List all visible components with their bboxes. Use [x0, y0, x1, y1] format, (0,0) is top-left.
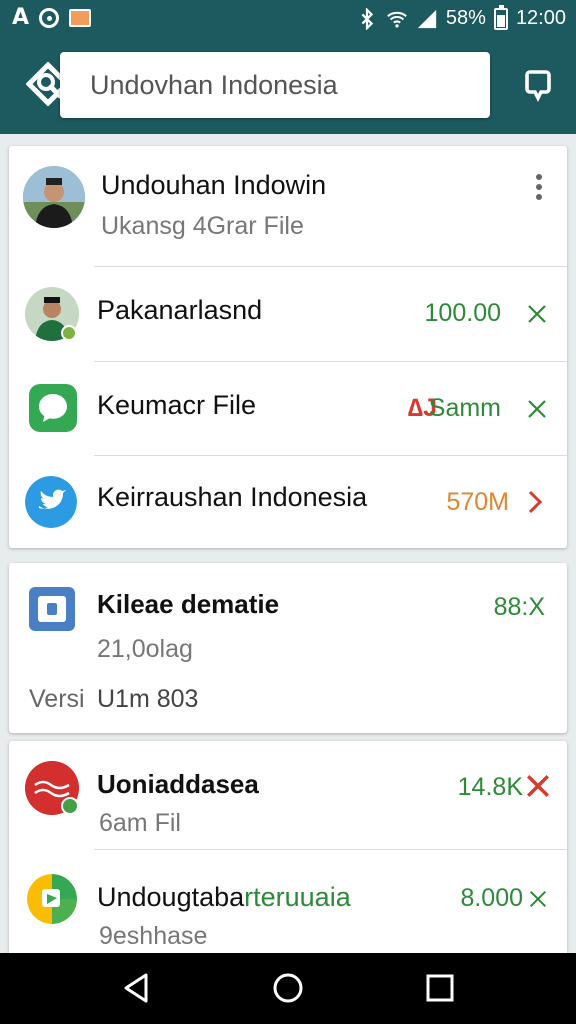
battery-percent: 58% — [445, 7, 486, 29]
location-pin-icon[interactable] — [524, 68, 552, 108]
battery-icon — [493, 4, 508, 30]
item-subtitle: 6am Fil — [99, 809, 181, 837]
app-bar — [0, 38, 576, 134]
version-value: U1m 803 — [97, 685, 199, 713]
item-value: 8.000 — [460, 884, 523, 912]
bluetooth-icon — [361, 7, 374, 30]
status-time: 12:00 — [515, 7, 566, 29]
item-subtitle: 9eshhase — [99, 922, 208, 950]
list-item[interactable]: Undougtabarteruuaia 9eshhase 8.000 — [9, 850, 567, 961]
card-header-subtitle: Ukansg 4Grar File — [101, 212, 304, 240]
item-title-accent: rteruuaia — [244, 882, 351, 912]
image-icon — [69, 8, 92, 27]
close-icon[interactable] — [525, 773, 551, 799]
recents-icon[interactable] — [422, 970, 458, 1006]
item-title: Uoniaddasea — [97, 769, 259, 799]
google-icon — [39, 7, 60, 28]
wifi-icon — [387, 11, 407, 28]
list-item[interactable]: Keumacr File ∆J Samm — [9, 362, 567, 455]
file-icon — [29, 587, 75, 631]
close-icon[interactable] — [525, 302, 549, 326]
file-info-card[interactable]: Kileae dematie 88:X 21,0olag Versi U1m 8… — [9, 563, 567, 733]
list-item[interactable]: Uoniaddasea 6am Fil 14.8K — [9, 741, 567, 849]
status-app-letter: A — [12, 5, 30, 30]
status-left: A — [12, 5, 92, 30]
bird-icon — [25, 476, 77, 528]
item-title: Keumacr File — [97, 390, 257, 420]
card-header-title: Undouhan Indowin — [101, 170, 327, 200]
card-subtitle: 21,0olag — [97, 635, 193, 663]
search-box[interactable] — [60, 52, 490, 118]
item-title: Undougtabarteruuaia — [97, 882, 351, 913]
recent-files-card: Uoniaddasea 6am Fil 14.8K Undougtabarter… — [9, 741, 567, 961]
signal-icon — [417, 9, 437, 28]
list-item[interactable]: Pakanarlasnd 100.00 — [9, 267, 567, 361]
downloads-card: Undouhan Indowin Ukansg 4Grar File Pakan… — [9, 146, 567, 548]
list-item[interactable]: Keirraushan Indonesia 570M — [9, 456, 567, 548]
item-title: Pakanarlasnd — [97, 295, 263, 325]
close-icon[interactable] — [527, 888, 549, 910]
card-header[interactable]: Undouhan Indowin Ukansg 4Grar File — [9, 146, 567, 266]
chevron-right-icon[interactable] — [523, 490, 547, 514]
back-icon[interactable] — [118, 970, 154, 1006]
close-icon[interactable] — [525, 397, 549, 421]
home-icon[interactable] — [270, 970, 306, 1006]
avatar — [23, 166, 85, 228]
item-value: 14.8K — [457, 773, 523, 801]
app-icon — [27, 874, 77, 924]
version-label: Versi — [29, 685, 85, 713]
item-title-main: Undougtaba — [97, 882, 245, 912]
chat-icon — [29, 384, 77, 432]
item-value: 100.00 — [424, 299, 501, 327]
verified-badge — [61, 797, 79, 815]
item-title: Keirraushan Indonesia — [97, 482, 368, 512]
card-value: 88:X — [493, 593, 545, 621]
navigation-bar — [0, 953, 576, 1024]
item-value: Samm — [428, 394, 501, 422]
status-right: 58% 12:00 — [356, 4, 566, 30]
status-bar: A 58% 12:00 — [0, 0, 576, 38]
search-input[interactable] — [90, 52, 480, 118]
more-vert-icon[interactable] — [527, 172, 551, 202]
online-badge — [61, 325, 77, 341]
card-title: Kileae dematie — [97, 589, 280, 619]
item-value: 570M — [446, 488, 509, 516]
